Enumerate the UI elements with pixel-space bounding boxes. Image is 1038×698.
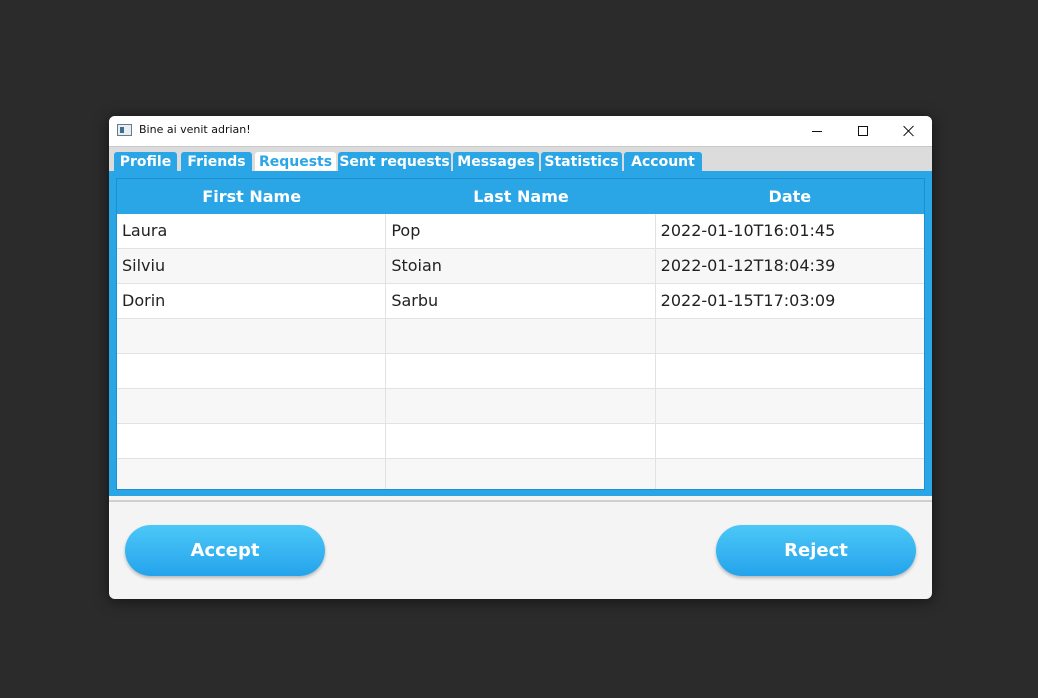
requests-panel: First Name Last Name Date Laura Pop 2022… <box>109 171 932 496</box>
requests-table[interactable]: First Name Last Name Date Laura Pop 2022… <box>116 178 925 490</box>
cell-date <box>656 389 924 423</box>
tab-profile[interactable]: Profile <box>114 152 177 172</box>
reject-button[interactable]: Reject <box>716 525 916 576</box>
cell-date: 2022-01-12T18:04:39 <box>660 256 836 275</box>
close-icon <box>903 125 915 137</box>
cell-last-name <box>386 354 656 388</box>
cell-first-name: Dorin <box>117 284 387 318</box>
tab-friends[interactable]: Friends <box>181 152 252 172</box>
cell-last-name: Pop <box>386 214 656 248</box>
cell-date <box>656 319 924 353</box>
cell-first-name: Silviu <box>117 249 387 283</box>
app-window: Bine ai venit adrian! Profile Friends Re… <box>109 116 932 599</box>
divider <box>109 500 932 502</box>
table-row[interactable]: Silviu Stoian 2022-01-12T18:04:39 <box>117 249 924 284</box>
table-row[interactable]: Dorin Sarbu 2022-01-15T17:03:09 <box>117 284 924 319</box>
window-title: Bine ai venit adrian! <box>139 123 251 136</box>
maximize-icon <box>858 126 868 136</box>
cell-date <box>656 354 924 388</box>
maximize-button[interactable] <box>840 116 886 146</box>
close-button[interactable] <box>886 116 932 146</box>
minimize-button[interactable] <box>794 116 840 146</box>
cell-date <box>656 424 924 458</box>
cell-last-name: Stoian <box>386 249 656 283</box>
tab-account[interactable]: Account <box>624 152 702 172</box>
title-bar[interactable]: Bine ai venit adrian! <box>109 116 932 146</box>
accept-button[interactable]: Accept <box>125 525 325 576</box>
tab-bar: Profile Friends Requests Sent requests M… <box>109 146 932 172</box>
table-header: First Name Last Name Date <box>117 179 924 214</box>
app-icon <box>117 124 132 136</box>
cell-date: 2022-01-15T17:03:09 <box>660 291 836 310</box>
cell-first-name <box>117 389 387 423</box>
cell-first-name <box>117 459 387 489</box>
column-header-date[interactable]: Date <box>656 179 924 214</box>
table-row-empty <box>117 459 924 489</box>
tab-statistics[interactable]: Statistics <box>541 152 622 172</box>
table-row-empty <box>117 319 924 354</box>
cell-first-name <box>117 319 387 353</box>
column-header-first-name[interactable]: First Name <box>117 179 386 214</box>
table-body: Laura Pop 2022-01-10T16:01:45 Silviu Sto… <box>117 214 924 489</box>
tab-requests[interactable]: Requests <box>255 152 336 172</box>
column-header-last-name[interactable]: Last Name <box>386 179 655 214</box>
cell-last-name <box>386 319 656 353</box>
cell-date <box>656 459 924 489</box>
tab-messages[interactable]: Messages <box>453 152 539 172</box>
table-row-empty <box>117 354 924 389</box>
minimize-icon <box>812 130 822 132</box>
cell-first-name <box>117 424 387 458</box>
cell-first-name: Laura <box>117 214 387 248</box>
cell-last-name <box>386 459 656 489</box>
table-row[interactable]: Laura Pop 2022-01-10T16:01:45 <box>117 214 924 249</box>
tab-sent-requests[interactable]: Sent requests <box>338 152 451 172</box>
cell-last-name <box>386 424 656 458</box>
table-row-empty <box>117 389 924 424</box>
cell-last-name <box>386 389 656 423</box>
cell-first-name <box>117 354 387 388</box>
cell-date: 2022-01-10T16:01:45 <box>660 221 836 240</box>
table-row-empty <box>117 424 924 459</box>
cell-last-name: Sarbu <box>386 284 656 318</box>
